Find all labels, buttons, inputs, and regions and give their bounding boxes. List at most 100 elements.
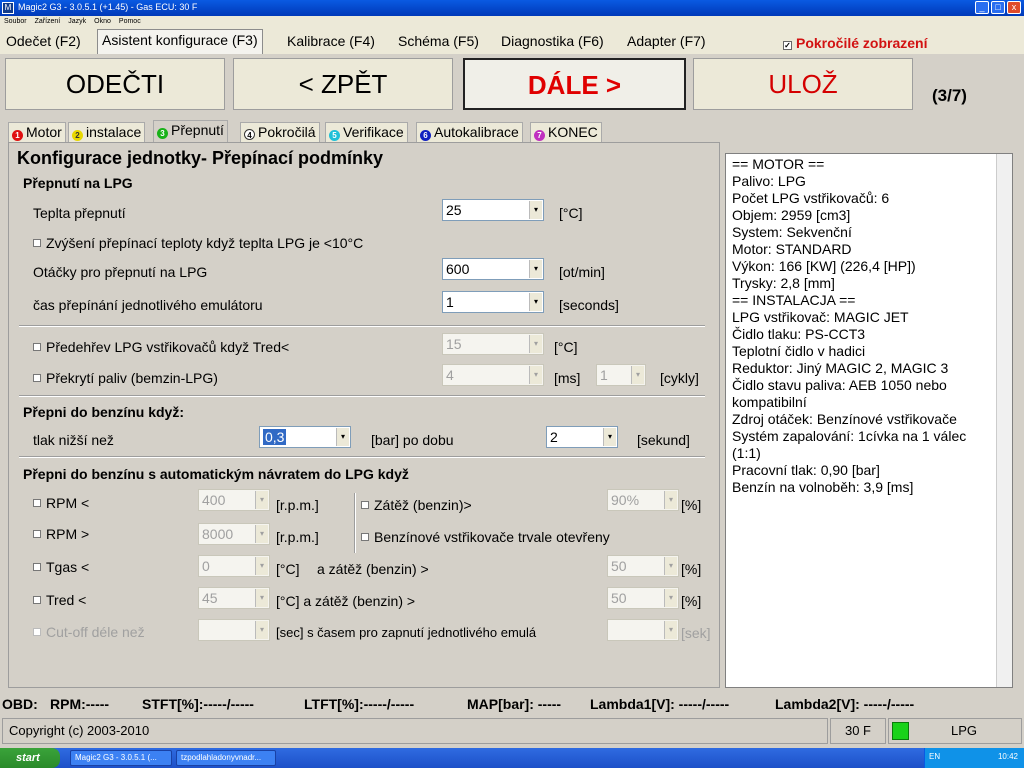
tgas-option[interactable]: Tgas < (33, 559, 89, 575)
rpm-lt-select[interactable]: 400 ▾ (198, 489, 270, 511)
emu-time-label: čas přepínání jednotlivého emulátoru (33, 297, 263, 313)
rpm-lt-option[interactable]: RPM < (33, 495, 89, 511)
tred-option[interactable]: Tred < (33, 592, 86, 608)
emu-time-select[interactable]: 1 ▾ (442, 291, 544, 313)
advanced-view-checkbox[interactable]: ✓ (783, 41, 792, 50)
maximize-button[interactable]: □ (991, 1, 1005, 14)
tab-config-assistant[interactable]: Asistent konfigurace (F3) (97, 29, 263, 54)
language-indicator[interactable]: EN (929, 752, 940, 761)
menu-help[interactable]: Pomoc (119, 18, 141, 25)
obd-ltft: LTFT[%]:-----/----- (304, 696, 415, 712)
injectors-open-label: Benzínové vstřikovače trvale otevřeny (374, 529, 610, 545)
cutoff-emu-select[interactable]: ▾ (607, 619, 679, 641)
cutoff-checkbox[interactable] (33, 628, 41, 636)
overlap-checkbox[interactable] (33, 374, 41, 382)
start-button[interactable]: start (0, 748, 60, 768)
cutoff-emu-unit: [sek] (681, 625, 711, 641)
vertical-divider (354, 493, 356, 553)
tred-checkbox[interactable] (33, 596, 41, 604)
menu-window[interactable]: Okno (94, 18, 111, 25)
pressure-select[interactable]: 0,3 ▾ (259, 426, 351, 448)
next-button[interactable]: DÁLE > (463, 58, 686, 110)
rpm-gt-select[interactable]: 8000 ▾ (198, 523, 270, 545)
obd-map: MAP[bar]: ----- (467, 696, 562, 712)
preheat-select[interactable]: 15 ▾ (442, 333, 544, 355)
main-tabs: Odečet (F2) Asistent konfigurace (F3) Ka… (0, 28, 1024, 54)
load-option[interactable]: Zátěž (benzin)> (361, 497, 472, 513)
overlap-option[interactable]: Překrytí paliv (bemzin-LPG) (33, 370, 218, 386)
taskbar-item-magic[interactable]: Magic2 G3 - 3.0.5.1 (... (70, 750, 172, 766)
cutoff-option[interactable]: Cut-off déle než (33, 624, 145, 640)
info-line: LPG vstřikovač: MAGIC JET (732, 309, 909, 325)
rpm-switch-select[interactable]: 600 ▾ (442, 258, 544, 280)
pressure-duration-select[interactable]: 2 ▾ (546, 426, 618, 448)
scrollbar[interactable] (996, 154, 1012, 687)
menu-language[interactable]: Jazyk (68, 18, 86, 25)
taskbar: start Magic2 G3 - 3.0.5.1 (... tzpodlahl… (0, 748, 1024, 768)
cutoff-select[interactable]: ▾ (198, 619, 270, 641)
rpm-gt-checkbox[interactable] (33, 530, 41, 538)
select-value: 0,3 (263, 429, 287, 445)
tab-schema[interactable]: Schéma (F5) (394, 31, 483, 51)
pressure-label: tlak nižší než (33, 432, 114, 448)
pressure-unit: [bar] po dobu (371, 432, 454, 448)
select-value: 600 (446, 261, 470, 277)
injectors-open-option[interactable]: Benzínové vstřikovače trvale otevřeny (361, 529, 610, 545)
step-number-icon: 7 (534, 130, 545, 141)
read-button[interactable]: ODEČTI (5, 58, 225, 110)
step-tab-installation[interactable]: 2 instalace (68, 122, 146, 142)
chevron-down-icon: ▾ (255, 525, 268, 543)
tred-load-select[interactable]: 50 ▾ (607, 587, 679, 609)
step-label: Motor (26, 124, 62, 140)
step-tab-end[interactable]: 7 KONEC (530, 122, 602, 142)
injectors-open-checkbox[interactable] (361, 533, 369, 541)
tred-select[interactable]: 45 ▾ (198, 587, 270, 609)
rpm-gt-label: RPM > (46, 526, 90, 542)
advanced-view-toggle[interactable]: ✓ Pokročilé zobrazení (783, 35, 927, 51)
select-value: 50 (611, 590, 627, 606)
back-button[interactable]: < ZPĚT (233, 58, 453, 110)
rpm-lt-checkbox[interactable] (33, 499, 41, 507)
tab-calibration[interactable]: Kalibrace (F4) (283, 31, 379, 51)
preheat-checkbox[interactable] (33, 343, 41, 351)
tgas-load-select[interactable]: 50 ▾ (607, 555, 679, 577)
auto-section-title: Přepni do benzínu s automatickým návrate… (23, 466, 409, 482)
save-button[interactable]: ULOŽ (693, 58, 913, 110)
overlap-select[interactable]: 4 ▾ (442, 364, 544, 386)
info-line: Palivo: LPG (732, 173, 806, 189)
step-tab-autocalibration[interactable]: 6 Autokalibrace (416, 122, 523, 142)
tab-adapter[interactable]: Adapter (F7) (623, 31, 710, 51)
step-tab-verification[interactable]: 5 Verifikace (325, 122, 408, 142)
select-value: 8000 (202, 526, 234, 542)
taskbar-item-doc[interactable]: tzpodlahladonyvnadr... (176, 750, 276, 766)
preheat-option[interactable]: Předehřev LPG vstřikovačů když Tred< (33, 339, 289, 355)
step-tab-motor[interactable]: 1 Motor (8, 122, 66, 142)
fuel-status: LPG (888, 718, 1022, 744)
menu-file[interactable]: Soubor (4, 18, 27, 25)
obd-lambda1: Lambda1[V]: -----/----- (590, 696, 730, 712)
switch-temp-select[interactable]: 25 ▾ (442, 199, 544, 221)
info-line: Systém zapalování: 1cívka na 1 válec (732, 428, 967, 444)
app-icon: M (2, 2, 14, 14)
close-button[interactable]: x (1007, 1, 1021, 14)
clock: 10:42 (997, 752, 1018, 761)
load-select[interactable]: 90% ▾ (607, 489, 679, 511)
tab-reading[interactable]: Odečet (F2) (2, 31, 85, 51)
load-checkbox[interactable] (361, 501, 369, 509)
raise-temp-option[interactable]: Zvýšení přepínací teploty když teplta LP… (33, 235, 363, 251)
chevron-down-icon: ▾ (529, 293, 542, 311)
menu-device[interactable]: Zařízení (35, 18, 61, 25)
tgas-checkbox[interactable] (33, 563, 41, 571)
step-tab-advanced[interactable]: 4 Pokročilá (240, 122, 320, 142)
overlap-unit: [ms] (554, 370, 581, 386)
tgas-select[interactable]: 0 ▾ (198, 555, 270, 577)
step-label: KONEC (548, 124, 598, 140)
rpm-gt-option[interactable]: RPM > (33, 526, 89, 542)
tab-diagnostics[interactable]: Diagnostika (F6) (497, 31, 608, 51)
step-tab-switching[interactable]: 3 Přepnutí (153, 120, 228, 144)
lpg-section-title: Přepnutí na LPG (23, 175, 133, 191)
raise-temp-checkbox[interactable] (33, 239, 41, 247)
minimize-button[interactable]: _ (975, 1, 989, 14)
info-line: Reduktor: Jiný MAGIC 2, MAGIC 3 (732, 360, 949, 376)
overlap-cycles-select[interactable]: 1 ▾ (596, 364, 646, 386)
